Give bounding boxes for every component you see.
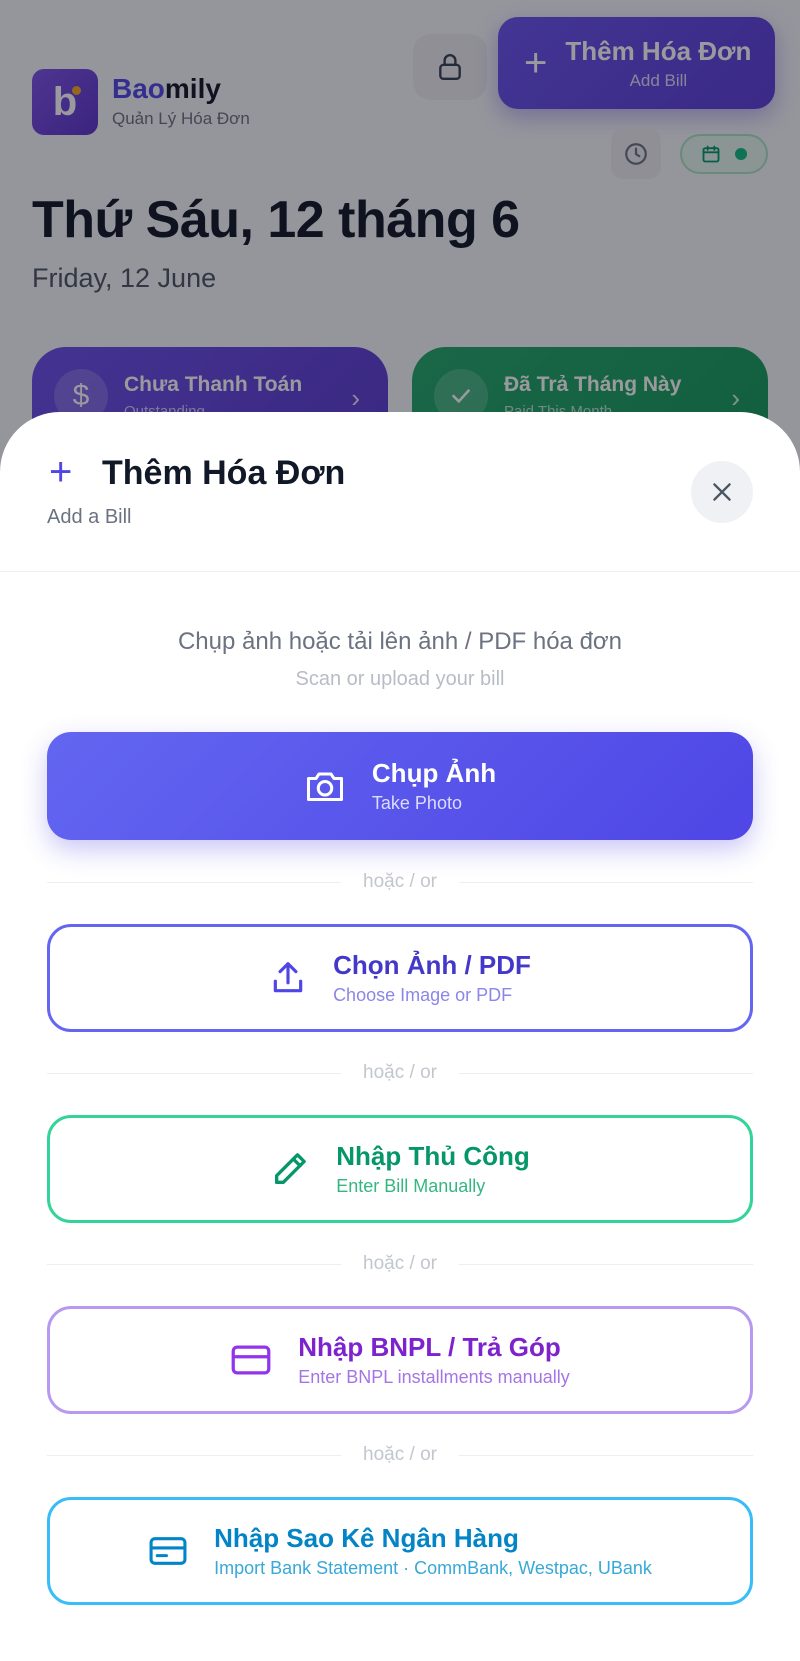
close-button[interactable]: [691, 461, 753, 523]
bank-card-icon: [149, 1537, 187, 1565]
sheet-instructions: Chụp ảnh hoặc tải lên ảnh / PDF hóa đơn: [177, 628, 623, 655]
upload-icon: [273, 962, 303, 993]
sheet-subtitle: Add a Bill: [47, 506, 132, 528]
sheet-header: + Thêm Hóa Đơn Add a Bill: [0, 412, 800, 572]
enter-manually-button[interactable]: Nhập Thủ Công Enter Bill Manually: [47, 1115, 753, 1223]
sheet-title: Thêm Hóa Đơn: [102, 454, 346, 492]
or-divider: hoặc / or: [47, 1061, 753, 1085]
choose-file-button[interactable]: Chọn Ảnh / PDF Choose Image or PDF: [47, 924, 753, 1032]
plus-icon: +: [49, 450, 73, 494]
or-divider: hoặc / or: [47, 1252, 753, 1276]
add-bill-sheet: + Thêm Hóa Đơn Add a Bill Chụp ảnh hoặc …: [0, 412, 800, 1661]
pencil-icon: [275, 1153, 307, 1184]
credit-card-icon: [231, 1345, 271, 1375]
camera-icon: [306, 772, 343, 801]
close-icon: [713, 483, 731, 501]
bnpl-button[interactable]: Nhập BNPL / Trả Góp Enter BNPL installme…: [47, 1306, 753, 1414]
sheet-instructions-en: Scan or upload your bill: [295, 668, 505, 690]
or-divider: hoặc / or: [47, 1443, 753, 1467]
or-divider: hoặc / or: [47, 870, 753, 894]
take-photo-button[interactable]: Chụp Ảnh Take Photo: [47, 732, 753, 840]
import-bank-statement-button[interactable]: Nhập Sao Kê Ngân Hàng Import Bank Statem…: [47, 1497, 753, 1605]
